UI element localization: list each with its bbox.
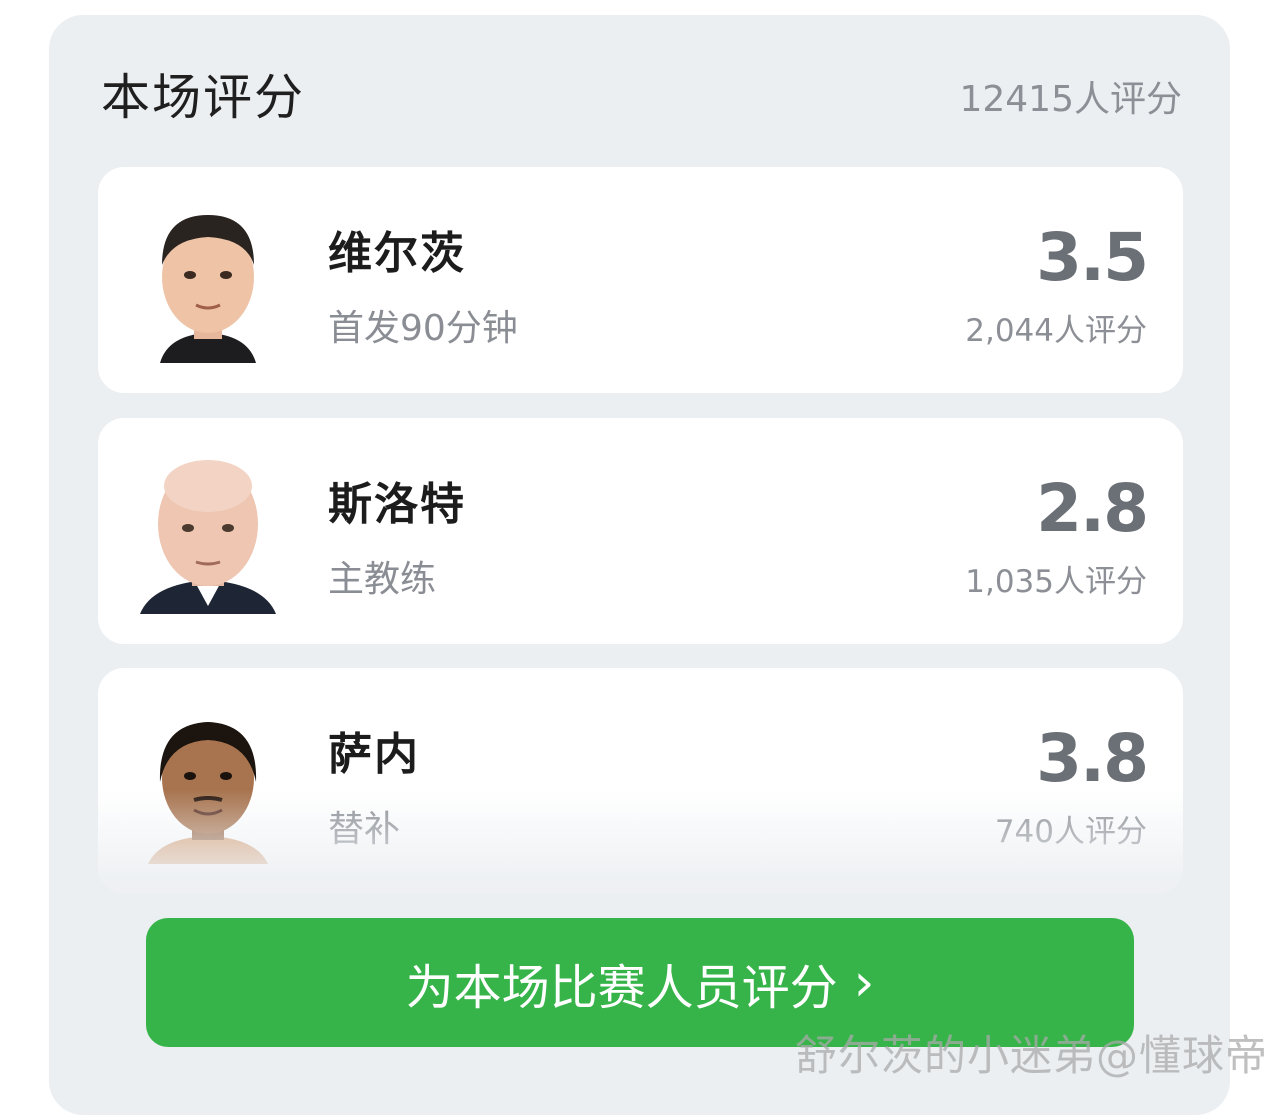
chevron-right-icon: › — [853, 952, 875, 1013]
avatar — [138, 195, 278, 363]
person-role: 主教练 — [328, 559, 437, 600]
person-name: 维尔茨 — [328, 228, 466, 279]
coach-photo-icon — [140, 460, 276, 614]
person-card-slot[interactable]: 斯洛特 主教练 2.8 1,035人评分 — [98, 418, 1183, 644]
person-score: 3.5 — [1036, 219, 1149, 296]
person-card-sane[interactable]: 萨内 替补 3.8 740人评分 — [98, 668, 1183, 894]
avatar — [138, 696, 278, 864]
person-score: 2.8 — [1036, 470, 1149, 547]
person-raters-count: 740人评分 — [994, 814, 1147, 850]
person-name: 萨内 — [328, 729, 420, 780]
person-raters-count: 2,044人评分 — [965, 313, 1147, 349]
player-photo-icon — [160, 215, 256, 363]
person-role: 替补 — [328, 809, 401, 850]
watermark: 舒尔茨的小迷弟@懂球帝 — [794, 1031, 1268, 1080]
total-raters-count: 12415人评分 — [959, 79, 1182, 120]
avatar — [138, 446, 278, 614]
person-name: 斯洛特 — [328, 479, 466, 530]
person-score: 3.8 — [1036, 720, 1149, 797]
player-photo-icon — [148, 722, 268, 864]
person-card-wirtz[interactable]: 维尔茨 首发90分钟 3.5 2,044人评分 — [98, 167, 1183, 393]
rate-button-label: 为本场比赛人员评分 — [405, 959, 838, 1016]
person-raters-count: 1,035人评分 — [965, 564, 1147, 600]
person-role: 首发90分钟 — [328, 308, 518, 349]
section-title: 本场评分 — [101, 69, 306, 126]
